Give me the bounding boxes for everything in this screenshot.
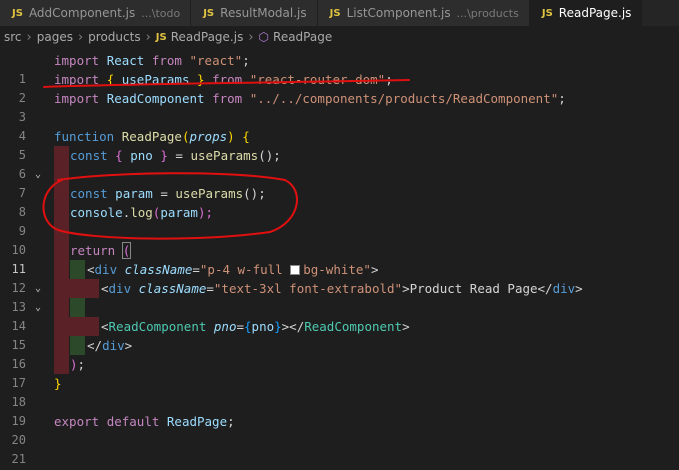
code-line: 1 import React from "react"; — [0, 51, 679, 86]
code-line: 6 const { pno } = useParams(); — [0, 146, 679, 181]
js-file-icon: JS — [203, 7, 215, 19]
tab-readpage[interactable]: JS ReadPage.js — [529, 0, 643, 26]
editor-tab-bar: JS AddComponent.js ...\todo JS ResultMod… — [0, 0, 679, 26]
indent-highlight — [54, 279, 99, 298]
breadcrumb-item-products[interactable]: products — [88, 30, 140, 44]
code-line: 12 ⌄ <div className="p-4 w-full bg-white… — [0, 260, 679, 313]
indent-highlight — [54, 165, 69, 184]
code-line: 7 — [0, 165, 679, 200]
code-line: 9 console.log(param); — [0, 203, 679, 238]
code-line: 13 <div className="text-3xl font-extrabo… — [0, 279, 679, 314]
indent-highlight — [70, 298, 85, 317]
code-line: 10 — [0, 222, 679, 257]
breadcrumb-item-file[interactable]: ReadPage.js — [171, 30, 244, 44]
indent-highlight — [70, 336, 85, 355]
code-line: 20 export default ReadPage; — [0, 412, 679, 447]
code-line: 19 — [0, 393, 679, 428]
code-line: 17 ); — [0, 355, 679, 390]
indent-highlight — [54, 355, 69, 374]
code-line: 2 import { useParams } from "react-route… — [0, 70, 679, 105]
breadcrumb-item-symbol[interactable]: ReadPage — [273, 30, 332, 44]
breadcrumb-item-src[interactable]: src — [4, 30, 22, 44]
code-line: 14 — [0, 298, 679, 333]
tab-label: AddComponent.js — [28, 6, 136, 20]
indent-highlight — [54, 222, 69, 241]
code-line: 15 <ReadComponent pno={pno}></ReadCompon… — [0, 317, 679, 352]
indent-highlight — [54, 336, 69, 355]
js-file-icon: JS — [12, 7, 23, 19]
breadcrumb-item-pages[interactable]: pages — [37, 30, 73, 44]
chevron-right-icon: › — [26, 29, 32, 45]
chevron-right-icon: › — [145, 29, 151, 45]
js-file-icon: JS — [541, 7, 553, 19]
code-line: 4 — [0, 108, 679, 143]
chevron-right-icon: › — [248, 29, 254, 45]
line-number: 21 — [11, 452, 26, 466]
indent-highlight — [54, 203, 69, 222]
code-line: 16 </div> — [0, 336, 679, 371]
indent-highlight — [54, 317, 99, 336]
indent-highlight — [54, 146, 69, 165]
js-file-icon: JS — [155, 31, 167, 43]
tab-path-hint: ...\todo — [141, 6, 181, 20]
tab-resultmodal[interactable]: JS ResultModal.js — [191, 0, 318, 26]
indent-highlight — [54, 241, 69, 260]
tab-path-hint: ...\products — [456, 6, 519, 20]
indent-highlight — [70, 260, 85, 279]
tab-label: ReadPage.js — [558, 6, 632, 20]
code-line: 3 import ReadComponent from "../../compo… — [0, 89, 679, 124]
indent-highlight — [54, 184, 69, 203]
indent-highlight — [54, 260, 69, 279]
symbol-method-icon: ⬡ — [258, 30, 270, 44]
code-editor[interactable]: 1 import React from "react"; 2 import { … — [0, 48, 679, 470]
code-line: 5 ⌄ function ReadPage(props) { — [0, 127, 679, 180]
tab-label: ResultModal.js — [220, 6, 307, 20]
js-file-icon: JS — [329, 7, 341, 19]
tab-addcomponent[interactable]: JS AddComponent.js ...\todo — [0, 0, 192, 26]
breadcrumb: src › pages › products › JS ReadPage.js … — [0, 26, 679, 48]
tab-label: ListComponent.js — [346, 6, 451, 20]
indent-highlight — [54, 298, 69, 317]
code-line: 18 } — [0, 374, 679, 409]
code-line: 21 — [0, 431, 679, 466]
chevron-right-icon: › — [77, 29, 84, 45]
color-swatch[interactable] — [290, 265, 301, 275]
tab-listcomponent[interactable]: JS ListComponent.js ...\products — [317, 0, 530, 26]
code-line: 8 const param = useParams(); — [0, 184, 679, 219]
code-line-current: 11 ⌄ return ( — [0, 241, 679, 294]
